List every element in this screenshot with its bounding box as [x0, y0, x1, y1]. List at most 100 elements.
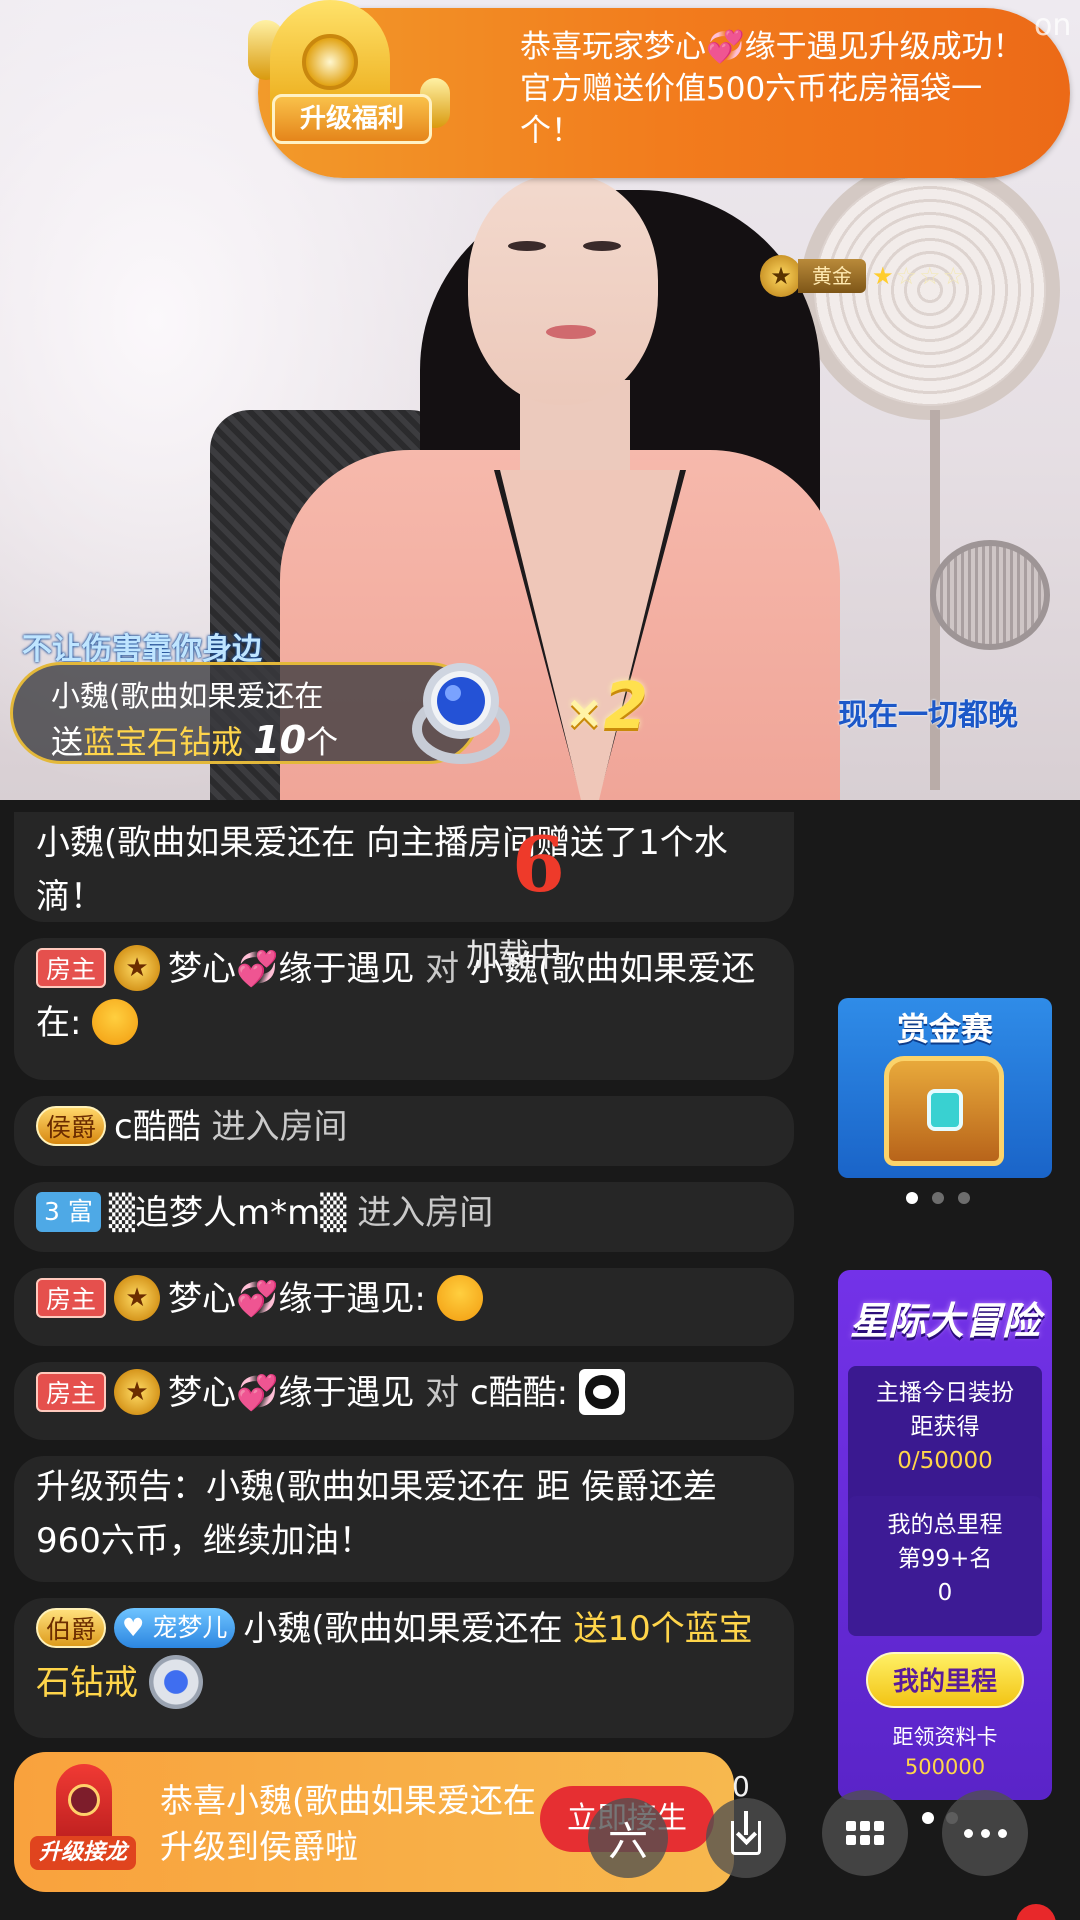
- chat-username[interactable]: c酷酷: [114, 1107, 201, 1147]
- chat-username[interactable]: ▒追梦人m*m▒: [109, 1193, 347, 1233]
- heart-icon: 💞: [236, 949, 279, 989]
- heart-icon: 💞: [706, 29, 745, 65]
- chat-message: 房主 ★ 梦心💞缘于遇见 对 c酷酷:: [14, 1362, 794, 1440]
- carousel-dot: [932, 1192, 944, 1204]
- more-options-button[interactable]: [942, 1790, 1028, 1876]
- gift-count: 10: [253, 718, 307, 762]
- gift-send-verb: 送: [51, 723, 84, 761]
- chat-action: 进入房间: [211, 1107, 348, 1147]
- heart-icon: 💞: [236, 1373, 279, 1413]
- star-adventure-card[interactable]: 星际大冒险 主播今日装扮 距获得 0/50000 我的总里程 第99+名 0 我…: [838, 1270, 1052, 1800]
- chat-target: c酷酷:: [469, 1373, 569, 1413]
- profile-card-value: 500000: [904, 1755, 986, 1779]
- chest-gem: [927, 1089, 963, 1131]
- outfit-progress-value: 0/50000: [897, 1448, 993, 1474]
- upgrade-banner-text: 恭喜玩家梦心💞缘于遇见升级成功！官方赠送价值500六币花房福袋一个！: [520, 26, 1040, 152]
- lips: [546, 325, 596, 339]
- apps-grid-button[interactable]: [822, 1790, 908, 1876]
- star-empty-icon: ☆☆☆: [895, 262, 967, 290]
- star-medal-icon: ★: [114, 944, 161, 991]
- room-owner-tag: 房主: [36, 1277, 107, 1318]
- chat-username[interactable]: 梦心: [168, 1373, 236, 1413]
- chat-message: 伯爵 ♥ 宠梦儿 小魏(歌曲如果爱还在 送10个蓝宝石钻戒: [14, 1598, 794, 1738]
- star-filled-icon: ★: [872, 262, 896, 290]
- relay-rocket-icon: 升级接龙: [26, 1760, 136, 1878]
- room-owner-tag: 房主: [36, 947, 107, 988]
- chat-username[interactable]: 小魏(歌曲如果爱还在: [243, 1609, 562, 1649]
- marquis-tag: 侯爵: [36, 1105, 107, 1146]
- lyric-line-right: 现在一切都晚: [838, 698, 1018, 733]
- panel-label: 我的总里程: [887, 1512, 1003, 1538]
- banner-text-pre: 恭喜玩家梦心: [520, 29, 706, 65]
- wealth-level-tag: 3 富: [36, 1191, 101, 1232]
- watermark-text: on: [1034, 8, 1072, 43]
- panel-label: 距获得: [910, 1414, 980, 1440]
- star-medal-icon: ★: [114, 1274, 161, 1321]
- gift-sender: 小魏(歌曲如果爱还在: [51, 679, 324, 713]
- rank-value: 第99+名: [897, 1546, 993, 1572]
- fan-club-tag: ♥ 宠梦儿: [114, 1607, 236, 1648]
- chat-message: 升级预告：小魏(歌曲如果爱还在 距 侯爵还差960六币，继续加油！: [14, 1456, 794, 1582]
- loading-logo-icon: 6: [512, 820, 565, 909]
- chat-message: 小魏(歌曲如果爱还在 向主播房间赠送了1个水滴！: [14, 812, 794, 922]
- star-medal-icon: ★: [760, 255, 802, 297]
- eye: [583, 241, 621, 251]
- anchor-level-badge[interactable]: ★ 黄金 ★☆☆☆: [760, 255, 966, 297]
- chat-username-suffix[interactable]: 缘于遇见: [278, 949, 414, 989]
- download-icon: [731, 1811, 761, 1855]
- download-button[interactable]: [706, 1798, 786, 1878]
- system-message-text: 小魏(歌曲如果爱还在 向主播房间赠送了1个水滴！: [36, 823, 728, 917]
- carousel-dot: [958, 1192, 970, 1204]
- chat-username-suffix[interactable]: 缘于遇见:: [278, 1279, 425, 1319]
- pray-emoji-icon: [436, 1274, 483, 1321]
- chat-verb: 对: [425, 1373, 460, 1413]
- profile-card-info: 距领资料卡 500000: [838, 1722, 1052, 1782]
- chat-action: 进入房间: [357, 1193, 494, 1233]
- adventure-title: 星际大冒险: [849, 1299, 1040, 1343]
- bounty-contest-card[interactable]: 赏金赛: [838, 998, 1052, 1178]
- gift-unit: 个: [306, 723, 339, 761]
- rocket-window: [68, 1784, 100, 1816]
- multiplier-x: ×: [565, 685, 604, 739]
- room-owner-tag: 房主: [36, 1371, 107, 1412]
- chat-username-suffix[interactable]: 缘于遇见: [278, 1373, 414, 1413]
- heart-icon: 💞: [236, 1279, 279, 1319]
- streamer-face: [468, 175, 658, 405]
- fan-club-name: 宠梦儿: [152, 1612, 228, 1642]
- gift-description: 送蓝宝石钻戒 10个: [51, 717, 338, 763]
- star-medal-icon: ★: [114, 1368, 161, 1415]
- earl-tag: 伯爵: [36, 1607, 107, 1648]
- chat-verb: 对: [425, 949, 460, 989]
- grid-icon: [846, 1821, 884, 1845]
- pray-emoji-icon: [92, 998, 139, 1045]
- microphone: [930, 540, 1050, 650]
- panel-label: 主播今日装扮: [876, 1380, 1014, 1406]
- carousel-indicator: [906, 1192, 970, 1204]
- treasure-chest-icon: [884, 1056, 1004, 1166]
- six-logo-icon: 六: [608, 1819, 648, 1865]
- my-mileage-button[interactable]: 我的里程: [866, 1652, 1024, 1708]
- sapphire-ring-icon: [148, 1654, 203, 1709]
- upgrade-relay-text: 恭喜小魏(歌曲如果爱还在升级到侯爵啦: [160, 1781, 536, 1866]
- multiplier-value: 2: [603, 670, 649, 744]
- mileage-value: 0: [937, 1580, 953, 1606]
- loading-text: 加载中: [466, 936, 563, 974]
- six-logo-button[interactable]: 六: [588, 1798, 668, 1878]
- chat-username[interactable]: 梦心: [168, 1279, 236, 1319]
- bounty-title: 赏金赛: [896, 1010, 993, 1048]
- chat-message: 房主 ★ 梦心💞缘于遇见 对 小魏(歌曲如果爱还在:: [14, 938, 794, 1080]
- upgrade-benefit-label: 升级福利: [272, 94, 432, 144]
- eye: [508, 241, 546, 251]
- level-name: 黄金: [798, 259, 866, 293]
- panel-label: 距领资料卡: [892, 1725, 998, 1749]
- page-dot-active: [922, 1812, 934, 1824]
- gift-item-name: 蓝宝石钻戒: [83, 723, 244, 761]
- chat-username[interactable]: 梦心: [168, 949, 236, 989]
- chat-message: 3 富 ▒追梦人m*m▒ 进入房间: [14, 1182, 794, 1252]
- upgrade-relay-label: 升级接龙: [30, 1836, 136, 1870]
- chat-message: 房主 ★ 梦心💞缘于遇见:: [14, 1268, 794, 1346]
- total-mileage-panel: 我的总里程 第99+名 0: [848, 1496, 1042, 1636]
- upgrade-notice-text: 升级预告：小魏(歌曲如果爱还在 距 侯爵还差960六币，继续加油！: [36, 1467, 717, 1561]
- gift-multiplier: ×2: [565, 670, 648, 744]
- level-stars: ★☆☆☆: [872, 262, 966, 290]
